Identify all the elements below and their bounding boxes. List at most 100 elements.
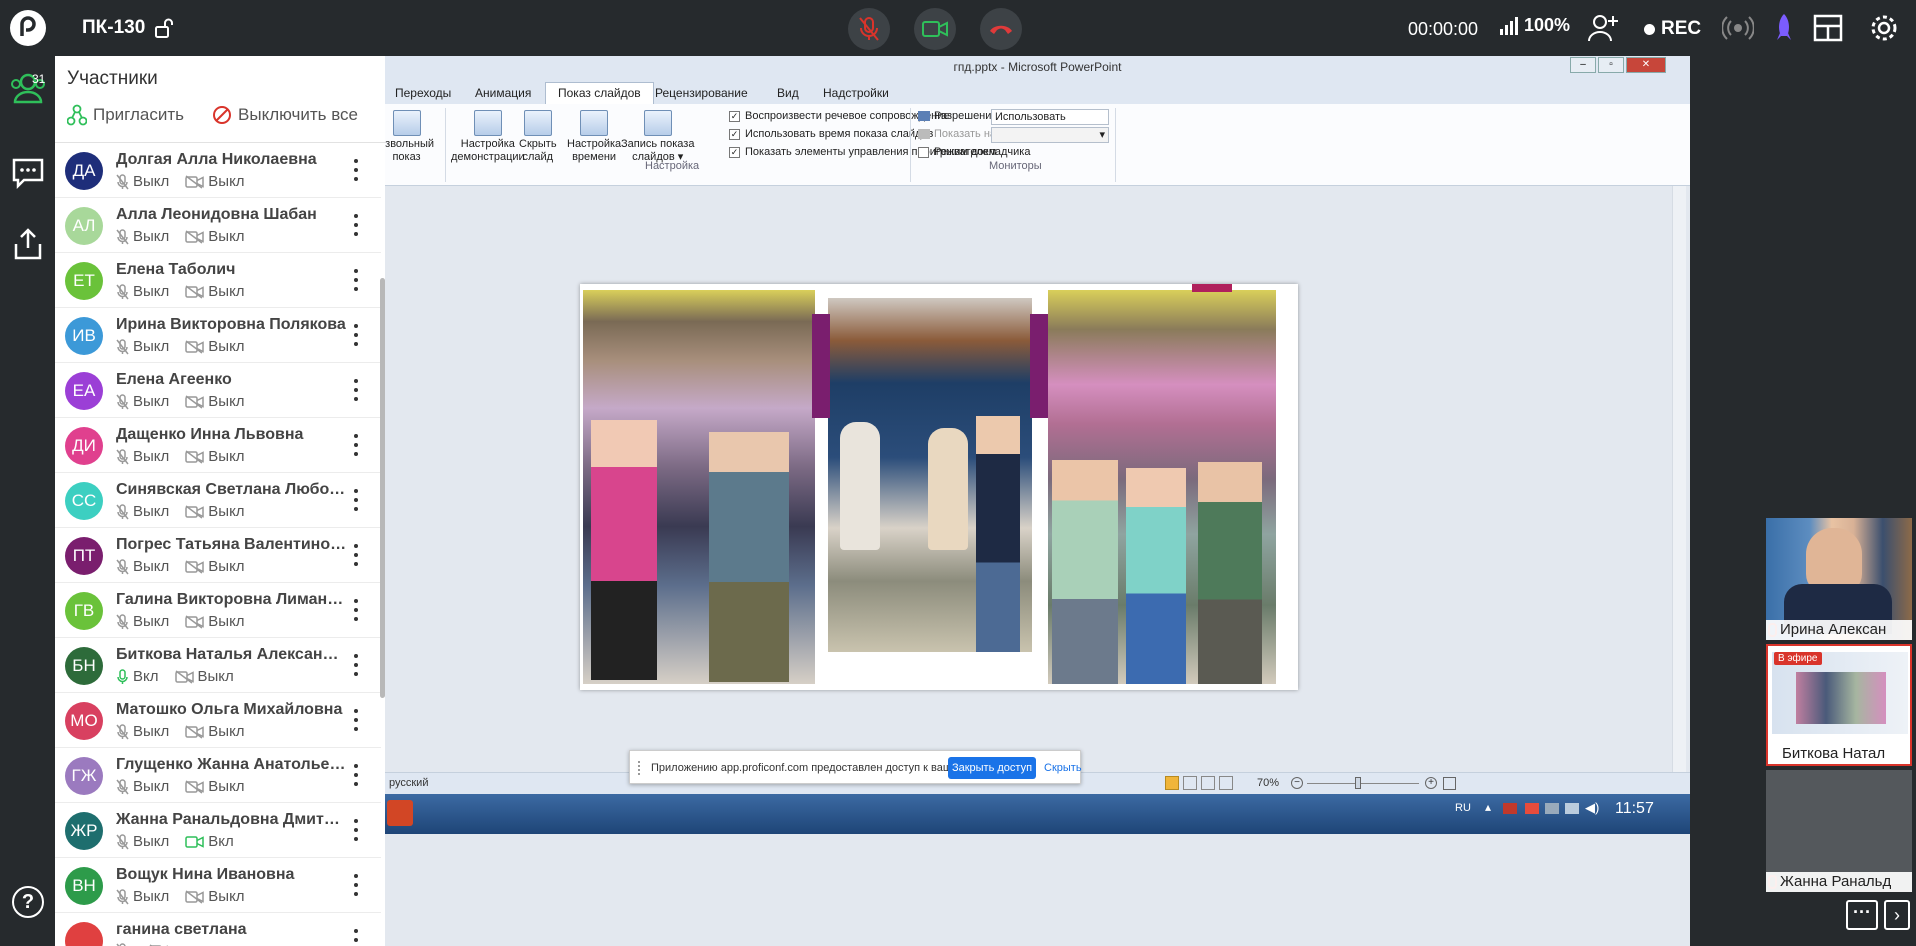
record-button[interactable]: REC <box>1644 18 1701 40</box>
drag-handle-icon[interactable] <box>638 761 642 775</box>
participant-row[interactable]: ВН Вощук Нина Ивановна Выкл Выкл <box>55 858 381 913</box>
participant-row[interactable]: БН Биткова Наталья Александровна Вкл Выкл <box>55 638 381 693</box>
microphone-toggle-button[interactable] <box>848 8 890 50</box>
tab-slideshow[interactable]: Показ слайдов <box>545 82 654 104</box>
normal-view-icon[interactable] <box>1165 776 1179 790</box>
maximize-button[interactable]: ▫ <box>1598 57 1624 73</box>
hangup-button[interactable] <box>980 8 1022 50</box>
help-button[interactable]: ? <box>12 886 44 918</box>
participant-row[interactable]: ДА Долгая Алла Николаевна Выкл Выкл <box>55 143 381 198</box>
avatar: БН <box>65 647 103 685</box>
tray-icon[interactable] <box>1565 803 1579 814</box>
participant-menu-icon[interactable] <box>353 544 359 566</box>
zoom-out-icon[interactable]: − <box>1291 777 1303 789</box>
participant-row[interactable]: ГЖ Глущенко Жанна Анатольевна Выкл Выкл <box>55 748 381 803</box>
participant-row[interactable]: МО Матошко Ольга Михайловна Выкл Выкл <box>55 693 381 748</box>
tab-transitions[interactable]: Переходы <box>395 86 451 100</box>
timing-label-1: Настройка <box>567 138 622 150</box>
custom-show-button[interactable]: извольный показ <box>385 110 434 164</box>
rocket-icon[interactable] <box>1768 12 1800 44</box>
share-upload-icon[interactable] <box>10 226 46 262</box>
participant-menu-icon[interactable] <box>353 929 359 946</box>
zoom-slider-handle[interactable] <box>1355 777 1361 789</box>
settings-gear-icon[interactable] <box>1868 12 1900 44</box>
ppt-window-title: гпд.pptx - Microsoft PowerPoint <box>385 56 1690 82</box>
mute-all-button[interactable]: Выключить все <box>212 104 358 126</box>
setup-show-button[interactable]: Настройка демонстрации <box>451 110 525 164</box>
volume-icon[interactable]: ◀) <box>1585 800 1599 816</box>
participants-panel: Участники Пригласить Выключить все ДА Дол… <box>55 56 385 946</box>
slideshow-view-icon[interactable] <box>1219 776 1233 790</box>
broadcast-icon[interactable] <box>1722 12 1754 44</box>
slide-canvas <box>580 284 1298 690</box>
participant-row[interactable]: ГВ Галина Викторовна Лимановская Выкл Выкл <box>55 583 381 638</box>
participant-row[interactable]: ПТ Погрес Татьяна Валентиновна Выкл Выкл <box>55 528 381 583</box>
participant-menu-icon[interactable] <box>353 764 359 786</box>
participant-menu-icon[interactable] <box>353 709 359 731</box>
show-on-row: Показать на: <box>918 128 999 140</box>
record-slideshow-button[interactable]: Запись показа слайдов ▾ <box>621 110 694 164</box>
video-tile-active[interactable]: В эфире Биткова Натал <box>1766 644 1912 766</box>
participant-menu-icon[interactable] <box>353 489 359 511</box>
tray-icon[interactable] <box>1545 803 1559 814</box>
tab-addins[interactable]: Надстройки <box>823 86 889 100</box>
zoom-slider-track[interactable] <box>1307 783 1419 784</box>
participant-menu-icon[interactable] <box>353 324 359 346</box>
rehearse-timings-button[interactable]: Настройка времени <box>567 110 621 164</box>
participant-menu-icon[interactable] <box>353 214 359 236</box>
participant-row[interactable]: ЕА Елена Агеенко Выкл Выкл <box>55 363 381 418</box>
avatar: ГЖ <box>65 757 103 795</box>
zoom-in-icon[interactable]: + <box>1425 777 1437 789</box>
participant-menu-icon[interactable] <box>353 269 359 291</box>
participant-menu-icon[interactable] <box>353 874 359 896</box>
sorter-view-icon[interactable] <box>1183 776 1197 790</box>
add-user-icon[interactable] <box>1587 12 1619 44</box>
camera-toggle-button[interactable] <box>914 8 956 50</box>
more-tiles-button[interactable]: ··· <box>1846 900 1878 930</box>
participant-row[interactable]: ЕТ Елена Таболич Выкл Выкл <box>55 253 381 308</box>
tray-arrow-icon[interactable]: ▴ <box>1485 800 1491 814</box>
ppt-vertical-scrollbar[interactable] <box>1672 186 1686 776</box>
layout-icon[interactable] <box>1812 12 1844 44</box>
minimize-button[interactable]: – <box>1570 57 1596 73</box>
resolution-select[interactable]: Использовать текуще... ▾ <box>991 109 1109 137</box>
unlock-icon[interactable] <box>155 18 173 38</box>
tab-animation[interactable]: Анимация <box>475 86 531 100</box>
tab-review[interactable]: Рецензирование <box>655 86 748 100</box>
narration-checkbox[interactable]: ✓ Воспроизвести речевое сопровождение <box>729 110 950 122</box>
video-tile[interactable]: Ирина Алексан <box>1766 518 1912 640</box>
close-window-button[interactable]: ✕ <box>1626 57 1666 73</box>
keyboard-language[interactable]: RU <box>1455 802 1471 814</box>
camera-status: Выкл <box>185 723 245 740</box>
video-tile[interactable]: Жанна Ранальд <box>1766 770 1912 892</box>
shared-screen: гпд.pptx - Microsoft PowerPoint – ▫ ✕ Пе… <box>385 56 1690 946</box>
powerpoint-taskbar-icon[interactable] <box>387 800 413 826</box>
tray-icon[interactable] <box>1525 803 1539 814</box>
chat-icon[interactable] <box>10 154 46 190</box>
show-on-select[interactable]: ▾ <box>991 127 1109 143</box>
next-tiles-button[interactable]: › <box>1884 900 1910 930</box>
hide-slide-label-2: слайд <box>522 151 554 163</box>
participant-menu-icon[interactable] <box>353 379 359 401</box>
reading-view-icon[interactable] <box>1201 776 1215 790</box>
participant-menu-icon[interactable] <box>353 599 359 621</box>
fit-window-icon[interactable] <box>1443 777 1456 790</box>
hide-slide-button[interactable]: Скрыть слайд <box>519 110 557 164</box>
presenter-mode-checkbox[interactable]: Режим докладчика <box>918 146 1030 158</box>
participant-menu-icon[interactable] <box>353 159 359 181</box>
participant-row[interactable]: ИВ Ирина Викторовна Полякова Выкл Выкл <box>55 308 381 363</box>
participant-menu-icon[interactable] <box>353 434 359 456</box>
tab-view[interactable]: Вид <box>777 86 799 100</box>
participant-row[interactable]: ЖР Жанна Ранальдовна Дмитриева Выкл Вкл <box>55 803 381 858</box>
participant-row[interactable]: АЛ Алла Леонидовна Шабан Выкл Выкл <box>55 198 381 253</box>
timings-checkbox[interactable]: ✓ Использовать время показа слайдов <box>729 128 933 140</box>
participant-menu-icon[interactable] <box>353 654 359 676</box>
participant-menu-icon[interactable] <box>353 819 359 841</box>
tray-icon[interactable] <box>1503 803 1517 814</box>
invite-button[interactable]: Пригласить <box>67 104 184 126</box>
hide-notice-link[interactable]: Скрыть <box>1044 762 1082 774</box>
participant-row[interactable]: СС Синявская Светлана Любомировна Выкл Выкл <box>55 473 381 528</box>
stop-sharing-button[interactable]: Закрыть доступ <box>948 757 1036 779</box>
participant-row[interactable]: ганина светлана <box>55 913 381 946</box>
participant-row[interactable]: ДИ Дащенко Инна Львовна Выкл Выкл <box>55 418 381 473</box>
